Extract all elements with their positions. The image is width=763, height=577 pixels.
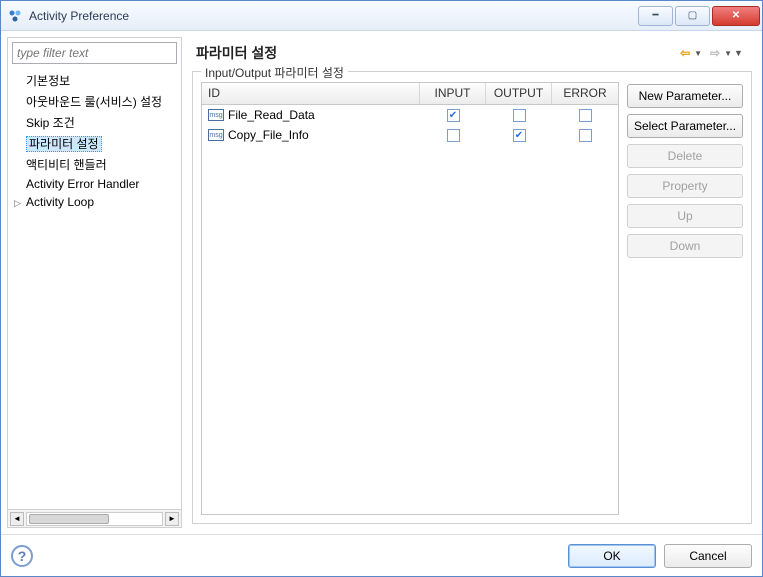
filter-input[interactable]	[12, 42, 177, 64]
checkbox-err[interactable]	[579, 109, 592, 122]
io-parameter-group: Input/Output 파라미터 설정 ID INPUT OUTPUT ERR…	[192, 71, 752, 524]
page-title: 파라미터 설정	[196, 43, 277, 63]
scroll-thumb[interactable]	[29, 514, 109, 524]
parameter-table: ID INPUT OUTPUT ERROR msg File_Read_Data ✔…	[201, 82, 619, 515]
tree-item-basic[interactable]: 기본정보	[8, 70, 181, 91]
col-header-input[interactable]: INPUT	[420, 83, 486, 104]
cell-err	[552, 129, 618, 142]
app-icon	[7, 8, 23, 24]
scroll-right-icon[interactable]: ►	[165, 512, 179, 526]
nav-forward-menu-icon[interactable]: ▼	[724, 49, 732, 58]
col-header-id[interactable]: ID	[202, 83, 420, 104]
cancel-button[interactable]: Cancel	[664, 544, 752, 568]
nav-arrows: ⇦ ▼ ⇨ ▼ ▼	[674, 44, 748, 62]
tree-hscrollbar[interactable]: ◄ ►	[8, 509, 181, 527]
checkbox-out[interactable]	[513, 109, 526, 122]
tree-item-handler[interactable]: 액티비티 핸들러	[8, 154, 181, 175]
delete-button[interactable]: Delete	[627, 144, 743, 168]
tree-item-outbound[interactable]: 아웃바운드 룰(서비스) 설정	[8, 91, 181, 112]
tree-item-parameter[interactable]: 파라미터 설정	[8, 133, 181, 154]
cell-id: msg File_Read_Data	[202, 108, 420, 122]
select-parameter-button[interactable]: Select Parameter...	[627, 114, 743, 138]
nav-tree: 기본정보 아웃바운드 룰(서비스) 설정 Skip 조건 파라미터 설정 액티비…	[8, 68, 181, 509]
left-pane: 기본정보 아웃바운드 룰(서비스) 설정 Skip 조건 파라미터 설정 액티비…	[7, 37, 182, 528]
cell-id-text: Copy_File_Info	[228, 128, 309, 142]
titlebar: Activity Preference ━ ▢ ✕	[1, 1, 762, 31]
footer: ? OK Cancel	[1, 534, 762, 576]
property-button[interactable]: Property	[627, 174, 743, 198]
view-menu-icon[interactable]: ▼	[734, 48, 748, 58]
down-button[interactable]: Down	[627, 234, 743, 258]
cell-in	[420, 129, 486, 142]
side-buttons: New Parameter... Select Parameter... Del…	[627, 82, 743, 515]
table-body: msg File_Read_Data ✔ msg Copy_File_Info ✔	[202, 105, 618, 514]
new-parameter-button[interactable]: New Parameter...	[627, 84, 743, 108]
checkbox-err[interactable]	[579, 129, 592, 142]
tree-item-skip[interactable]: Skip 조건	[8, 112, 181, 133]
col-header-output[interactable]: OUTPUT	[486, 83, 552, 104]
nav-back-icon[interactable]: ⇦	[674, 44, 696, 62]
tree-item-error-handler[interactable]: Activity Error Handler	[8, 175, 181, 193]
cell-err	[552, 109, 618, 122]
close-button[interactable]: ✕	[712, 6, 760, 26]
nav-back-menu-icon[interactable]: ▼	[694, 49, 702, 58]
minimize-button[interactable]: ━	[638, 6, 673, 26]
tree-item-activity-loop[interactable]: ▷Activity Loop	[8, 193, 181, 211]
expand-icon[interactable]: ▷	[14, 198, 24, 209]
help-icon[interactable]: ?	[11, 545, 33, 567]
table-row[interactable]: msg File_Read_Data ✔	[202, 105, 618, 125]
activity-preference-window: Activity Preference ━ ▢ ✕ 기본정보 아웃바운드 룰(서…	[0, 0, 763, 577]
cell-id: msg Copy_File_Info	[202, 128, 420, 142]
maximize-button[interactable]: ▢	[675, 6, 710, 26]
checkbox-in[interactable]: ✔	[447, 109, 460, 122]
up-button[interactable]: Up	[627, 204, 743, 228]
window-controls: ━ ▢ ✕	[636, 6, 760, 26]
table-row[interactable]: msg Copy_File_Info ✔	[202, 125, 618, 145]
group-label: Input/Output 파라미터 설정	[201, 64, 348, 81]
msg-icon: msg	[208, 129, 224, 141]
cell-out: ✔	[486, 129, 552, 142]
cell-id-text: File_Read_Data	[228, 108, 315, 122]
scroll-track[interactable]	[26, 512, 163, 526]
scroll-left-icon[interactable]: ◄	[10, 512, 24, 526]
content-area: 기본정보 아웃바운드 룰(서비스) 설정 Skip 조건 파라미터 설정 액티비…	[1, 31, 762, 534]
cell-out	[486, 109, 552, 122]
ok-button[interactable]: OK	[568, 544, 656, 568]
checkbox-out[interactable]: ✔	[513, 129, 526, 142]
cell-in: ✔	[420, 109, 486, 122]
msg-icon: msg	[208, 109, 224, 121]
nav-forward-icon[interactable]: ⇨	[704, 44, 726, 62]
checkbox-in[interactable]	[447, 129, 460, 142]
window-title: Activity Preference	[29, 9, 129, 23]
right-pane: 파라미터 설정 ⇦ ▼ ⇨ ▼ ▼ Input/Output 파라미터 설정 I…	[188, 37, 756, 528]
table-header: ID INPUT OUTPUT ERROR	[202, 83, 618, 105]
col-header-error[interactable]: ERROR	[552, 83, 618, 104]
